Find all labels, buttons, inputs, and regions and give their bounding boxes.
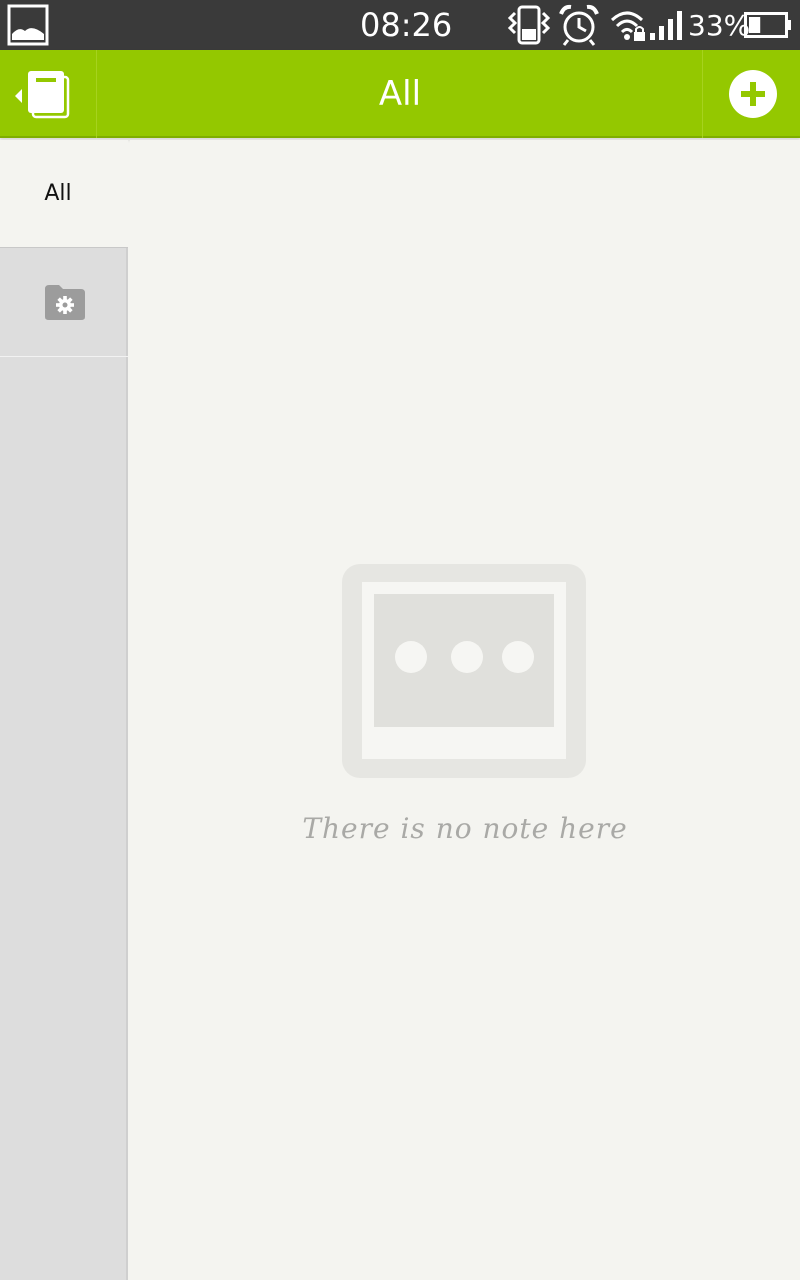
battery-percent: 33%	[688, 9, 751, 42]
gallery-icon	[7, 4, 49, 46]
notes-list: There is no note here	[130, 140, 800, 1280]
vibrate-icon	[507, 5, 551, 45]
add-circle-icon	[729, 70, 777, 118]
notebook-drawer-icon	[15, 71, 70, 119]
app-bar: All	[0, 50, 800, 138]
folder-settings-icon	[45, 285, 85, 320]
battery-icon	[744, 12, 791, 38]
sidebar-item-all[interactable]: All	[0, 140, 128, 248]
page-title: All	[378, 74, 422, 114]
sidebar-item-label: All	[44, 181, 72, 206]
status-bar: 08:26 33%	[0, 0, 800, 50]
add-note-button[interactable]	[702, 50, 800, 138]
signal-icon	[650, 11, 682, 40]
notebook-drawer-button[interactable]	[0, 50, 97, 138]
wifi-lock-icon	[610, 11, 645, 41]
alarm-icon	[559, 4, 599, 46]
clock-time: 08:26	[360, 6, 453, 44]
empty-state-message: There is no note here	[302, 812, 628, 845]
sidebar-item-folder-settings[interactable]	[0, 249, 128, 357]
empty-note-icon	[342, 564, 586, 778]
folder-sidebar: All	[0, 140, 128, 1280]
